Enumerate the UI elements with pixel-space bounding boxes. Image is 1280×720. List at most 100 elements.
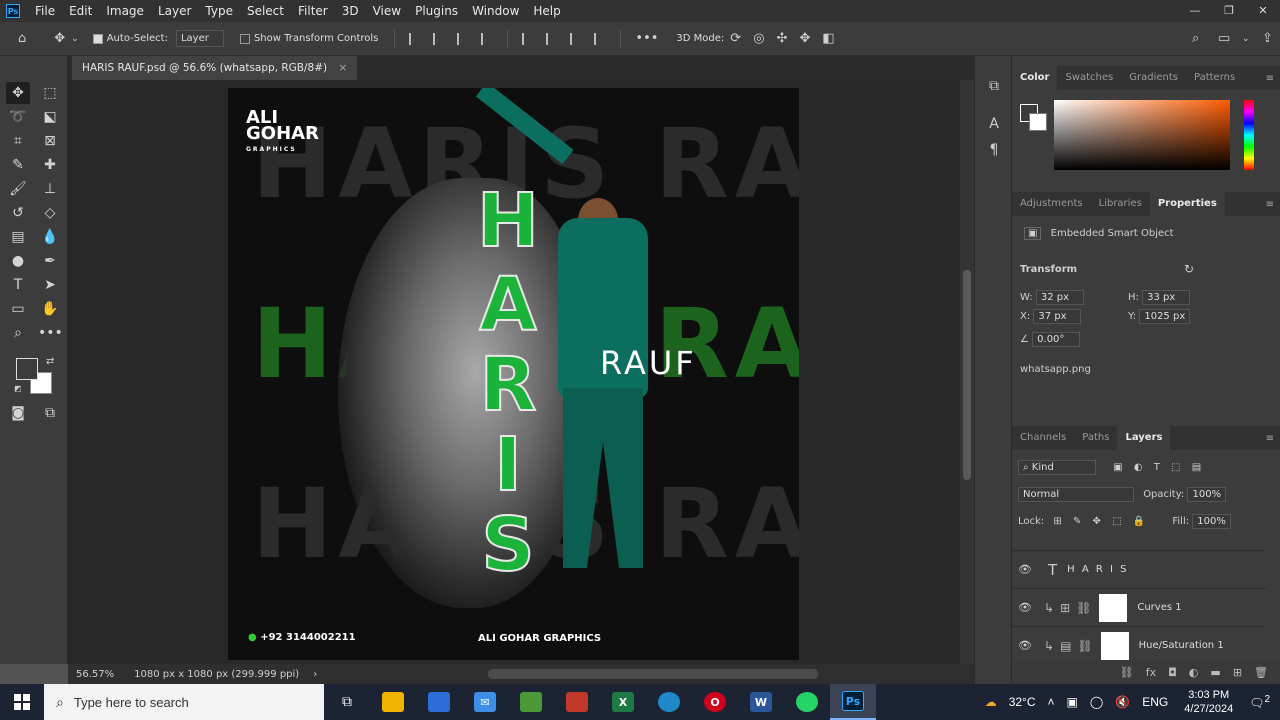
eye-icon[interactable]: 👁	[1012, 639, 1038, 652]
weather-icon[interactable]: ☁	[985, 695, 997, 709]
color-picker-field[interactable]	[1054, 100, 1230, 170]
artboard[interactable]: HARIS RAUF HARIS RAUF HARIS RAUF H A R I…	[228, 88, 799, 660]
restore-icon[interactable]: ❐	[1212, 0, 1246, 22]
home-icon[interactable]: ⌂	[18, 31, 26, 46]
panel-menu-icon[interactable]: ≡	[1266, 73, 1274, 84]
background-color[interactable]	[1029, 113, 1047, 131]
eyedropper-tool-icon[interactable]: ✎	[6, 154, 30, 176]
path-select-icon[interactable]: ➤	[38, 274, 62, 296]
close-icon[interactable]: ✕	[1246, 0, 1280, 22]
frame-tool-icon[interactable]: ⊠	[38, 130, 62, 152]
lasso-tool-icon[interactable]: ➰	[6, 106, 30, 128]
character-panel-icon[interactable]: A	[984, 116, 1004, 136]
file-explorer-button[interactable]	[370, 684, 416, 720]
filter-shape-icon[interactable]: ⬚	[1171, 462, 1180, 473]
gradient-tool-icon[interactable]: ▤	[6, 226, 30, 248]
tab-gradients[interactable]: Gradients	[1121, 66, 1186, 90]
more-tools-icon[interactable]: •••	[38, 322, 63, 344]
new-adjustment-icon[interactable]: ◐	[1189, 666, 1199, 679]
menu-image[interactable]: Image	[99, 0, 151, 22]
align-center-icon[interactable]	[433, 32, 445, 45]
app-button[interactable]	[554, 684, 600, 720]
chevron-down-icon[interactable]: ⌄	[1242, 34, 1250, 44]
task-view-button[interactable]: ⧉	[324, 684, 370, 720]
weather-temp[interactable]: 32°C	[1009, 695, 1036, 709]
clock[interactable]: 3:03 PM 4/27/2024	[1184, 688, 1233, 716]
zoom-tool-icon[interactable]: ⌕	[6, 322, 30, 344]
layer-style-icon[interactable]: fx	[1146, 666, 1156, 679]
history-brush-icon[interactable]: ↺	[6, 202, 30, 224]
close-icon[interactable]: ×	[338, 62, 347, 74]
notification-icon[interactable]: 🗨2	[1249, 694, 1270, 710]
quick-mask-icon[interactable]: ◙	[6, 402, 30, 424]
eye-icon[interactable]: 👁	[1012, 601, 1038, 614]
filter-adjustment-icon[interactable]: ◐	[1134, 462, 1143, 473]
chevron-up-icon[interactable]: ˄	[1048, 695, 1055, 709]
lock-artboard-icon[interactable]: ⬚	[1112, 516, 1121, 527]
history-panel-icon[interactable]: ⧉	[984, 78, 1004, 98]
tray-app-icon[interactable]: ▣	[1067, 695, 1078, 709]
move-tool-icon[interactable]: ✥	[54, 31, 65, 46]
paragraph-panel-icon[interactable]: ¶	[984, 142, 1004, 162]
object-select-tool-icon[interactable]: ⬕	[38, 106, 62, 128]
search-icon[interactable]: ⌕	[1192, 31, 1199, 46]
menu-file[interactable]: File	[28, 0, 62, 22]
show-transform-checkbox[interactable]: Show Transform Controls	[239, 33, 378, 44]
more-options-icon[interactable]: •••	[635, 31, 658, 46]
link-icon[interactable]: ⛓	[1076, 601, 1091, 615]
move-tool-icon[interactable]: ✥	[6, 82, 30, 104]
tab-patterns[interactable]: Patterns	[1186, 66, 1243, 90]
zoom-level[interactable]: 56.57%	[76, 669, 114, 680]
align-bottom-icon[interactable]	[570, 32, 582, 45]
distribute-vertical-icon[interactable]	[594, 32, 606, 45]
auto-select-dropdown[interactable]: Layer	[175, 30, 224, 47]
layer-row[interactable]: 👁 T H A R I S	[1012, 550, 1266, 588]
panel-menu-icon[interactable]: ≡	[1266, 199, 1274, 210]
photoshop-logo[interactable]: Ps	[6, 4, 20, 18]
menu-select[interactable]: Select	[240, 0, 291, 22]
whatsapp-button[interactable]	[784, 684, 830, 720]
menu-window[interactable]: Window	[465, 0, 526, 22]
3d-pan-icon[interactable]: ✣	[777, 31, 788, 46]
blend-mode-dropdown[interactable]: Normal	[1018, 487, 1134, 502]
minimize-icon[interactable]: —	[1178, 0, 1212, 22]
align-top-icon[interactable]	[522, 32, 534, 45]
swap-colors-icon[interactable]: ⇄	[46, 356, 54, 367]
fill-input[interactable]: 100%	[1192, 514, 1231, 529]
link-icon[interactable]: ⛓	[1077, 639, 1092, 653]
align-middle-icon[interactable]	[546, 32, 558, 45]
excel-button[interactable]: X	[600, 684, 646, 720]
color-panel-swatches[interactable]	[1020, 104, 1048, 132]
auto-select-checkbox[interactable]: Auto-Select:	[92, 33, 168, 44]
hand-tool-icon[interactable]: ✋	[38, 298, 62, 320]
new-layer-icon[interactable]: ⊞	[1233, 666, 1242, 679]
default-colors-icon[interactable]: ◩	[14, 384, 22, 393]
language-indicator[interactable]: ENG	[1142, 695, 1168, 709]
edge-button[interactable]	[646, 684, 692, 720]
align-left-icon[interactable]	[409, 32, 421, 45]
tab-color[interactable]: Color	[1012, 66, 1058, 90]
type-tool-icon[interactable]: T	[6, 274, 30, 296]
dodge-tool-icon[interactable]: ●	[6, 250, 30, 272]
network-icon[interactable]: ◯	[1090, 695, 1103, 709]
layer-mask-thumbnail[interactable]	[1100, 631, 1129, 660]
photoshop-button[interactable]: Ps	[830, 684, 876, 720]
3d-roll-icon[interactable]: ◎	[753, 31, 764, 46]
menu-3d[interactable]: 3D	[335, 0, 366, 22]
menu-help[interactable]: Help	[526, 0, 567, 22]
horizontal-scrollbar[interactable]	[488, 669, 818, 679]
mail-button[interactable]: ✉	[462, 684, 508, 720]
lock-transparent-icon[interactable]: ⊞	[1053, 516, 1061, 527]
hue-slider[interactable]	[1244, 100, 1254, 170]
3d-slide-icon[interactable]: ✥	[799, 31, 810, 46]
tab-swatches[interactable]: Swatches	[1057, 66, 1121, 90]
lock-all-icon[interactable]: 🔒	[1133, 516, 1145, 527]
panel-menu-icon[interactable]: ≡	[1266, 433, 1274, 444]
lock-position-icon[interactable]: ✥	[1093, 516, 1101, 527]
filter-pixel-icon[interactable]: ▣	[1113, 462, 1122, 473]
filter-smart-object-icon[interactable]: ▤	[1192, 462, 1201, 473]
new-group-icon[interactable]: ▬	[1210, 666, 1220, 679]
screen-mode-icon[interactable]: ⧉	[38, 402, 62, 424]
3d-camera-icon[interactable]: ◧	[822, 31, 834, 46]
layer-mask-thumbnail[interactable]	[1099, 593, 1128, 622]
